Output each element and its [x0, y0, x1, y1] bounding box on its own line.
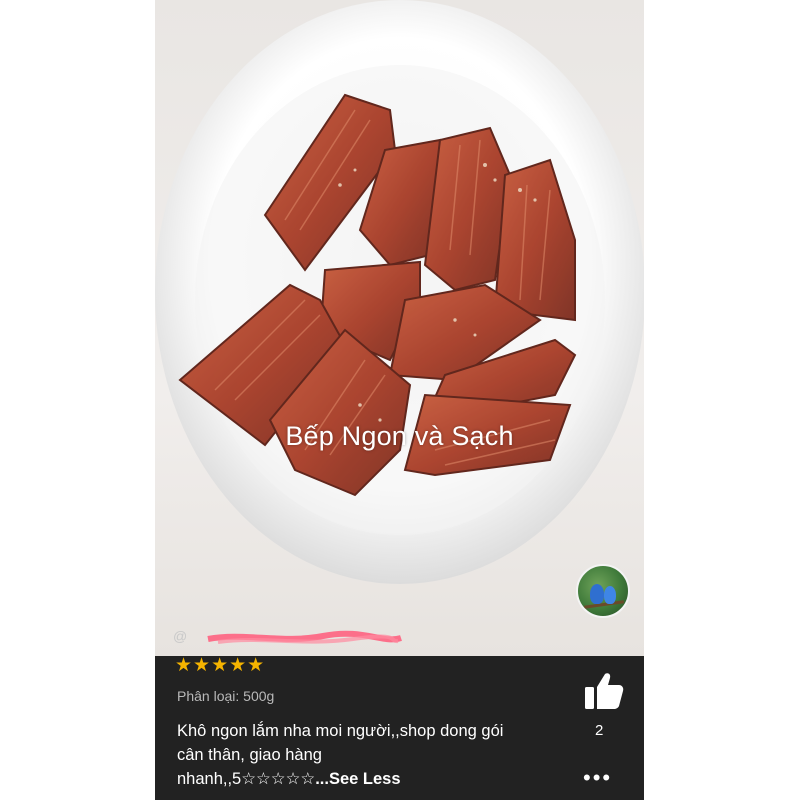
username-text: @	[173, 628, 188, 644]
redaction-scribble	[207, 630, 402, 644]
like-count: 2	[595, 722, 604, 739]
review-photo[interactable]: Bếp Ngon và Sạch	[155, 0, 644, 656]
variant-label: Phân loại: 500g	[177, 688, 275, 704]
review-comment: Khô ngon lắm nha moi người,,shop dong gó…	[177, 719, 507, 791]
review-media-viewer: Bếp Ngon và Sạch @ ★★★★★ Phân loại: 500g…	[155, 0, 644, 800]
reviewer-username[interactable]: @	[173, 628, 402, 650]
rating-stars: ★★★★★	[175, 655, 266, 676]
thumbs-up-icon[interactable]	[583, 670, 625, 712]
see-less-link[interactable]: ...See Less	[315, 770, 400, 788]
food-plate-image	[155, 0, 644, 584]
reviewer-avatar[interactable]	[576, 564, 630, 618]
photo-watermark: Bếp Ngon và Sạch	[285, 421, 514, 451]
more-dots-icon[interactable]: •••	[583, 766, 612, 790]
